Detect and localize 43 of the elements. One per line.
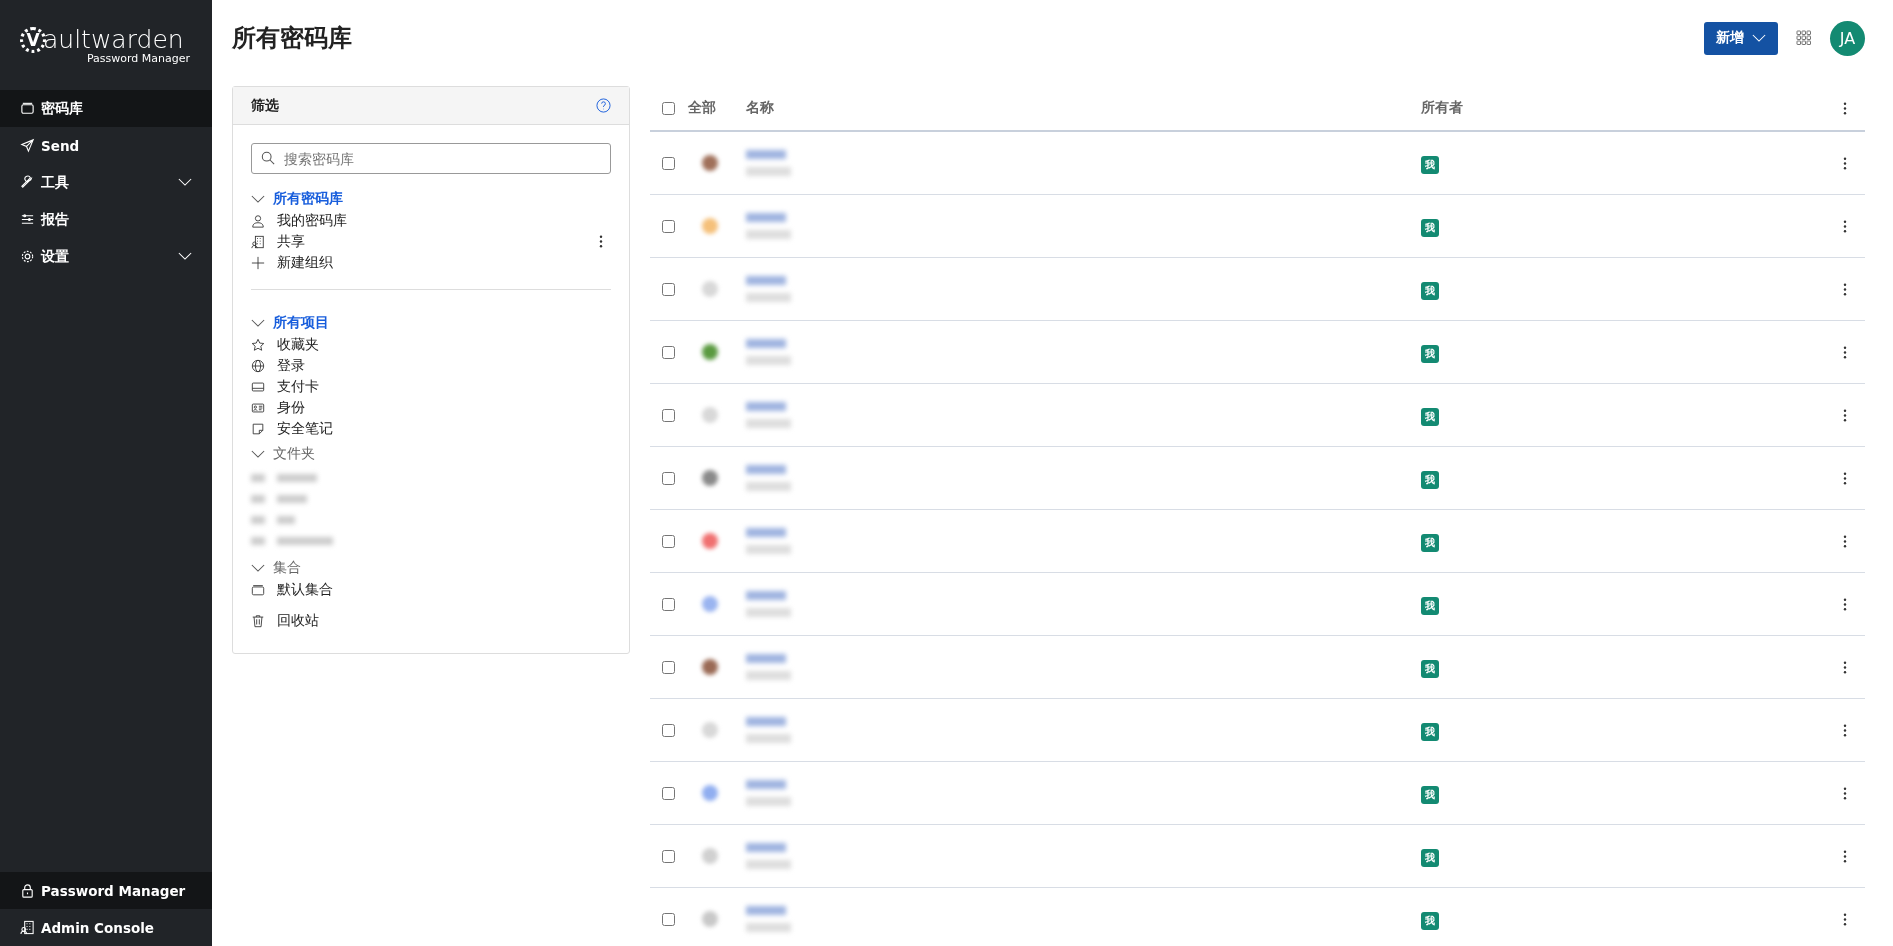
- owner-badge: 我: [1421, 281, 1439, 300]
- new-button[interactable]: 新增: [1704, 21, 1778, 55]
- owner-badge: 我: [1421, 659, 1439, 678]
- user-avatar[interactable]: JA: [1830, 20, 1865, 56]
- filter-item[interactable]: 默认集合: [251, 579, 611, 600]
- owner-badge: 我: [1421, 344, 1439, 363]
- nav-item[interactable]: 报告: [0, 201, 212, 238]
- owner-badge: 我: [1421, 470, 1439, 489]
- filter-item[interactable]: 身份: [251, 397, 611, 418]
- owner-badge: 我: [1421, 722, 1439, 741]
- filter-item[interactable]: 支付卡: [251, 376, 611, 397]
- filter-section-header[interactable]: 文件夹: [251, 443, 611, 465]
- filter-section-header[interactable]: 所有密码库: [251, 188, 611, 210]
- product-switcher-item[interactable]: Admin Console: [0, 909, 212, 946]
- filter-item[interactable]: 收藏夹: [251, 334, 611, 355]
- product-switcher-item[interactable]: Password Manager: [0, 872, 212, 909]
- filter-item[interactable]: 新建组织: [251, 252, 611, 273]
- filter-title: 筛选: [251, 96, 279, 115]
- column-header: 全部: [688, 99, 717, 117]
- filter-section-header[interactable]: 集合: [251, 557, 611, 579]
- filter-item[interactable]: 我的密码库: [251, 210, 611, 231]
- filter-section-header[interactable]: 所有项目: [251, 312, 611, 334]
- owner-badge: 我: [1421, 218, 1439, 237]
- page-title: 所有密码库: [232, 23, 352, 54]
- logo-subtitle: Password Manager: [85, 52, 190, 65]
- filter-item[interactable]: 回收站: [251, 610, 611, 631]
- owner-badge: 我: [1421, 911, 1439, 930]
- owner-badge: 我: [1421, 848, 1439, 867]
- nav-item[interactable]: 密码库: [0, 90, 212, 127]
- owner-badge: 我: [1421, 785, 1439, 804]
- column-header: 名称: [746, 99, 775, 117]
- owner-badge: 我: [1421, 407, 1439, 426]
- filter-item[interactable]: 安全笔记: [251, 418, 611, 439]
- nav-item[interactable]: 工具: [0, 164, 212, 201]
- search-field[interactable]: 搜索密码库: [251, 143, 611, 174]
- nav-item[interactable]: Send: [0, 127, 212, 164]
- filter-item[interactable]: 共享: [251, 231, 611, 252]
- owner-badge: 我: [1421, 155, 1439, 174]
- nav-item[interactable]: 设置: [0, 238, 212, 275]
- owner-badge: 我: [1421, 596, 1439, 615]
- filter-item[interactable]: 登录: [251, 355, 611, 376]
- owner-badge: 我: [1421, 533, 1439, 552]
- column-header: 所有者: [1421, 99, 1464, 117]
